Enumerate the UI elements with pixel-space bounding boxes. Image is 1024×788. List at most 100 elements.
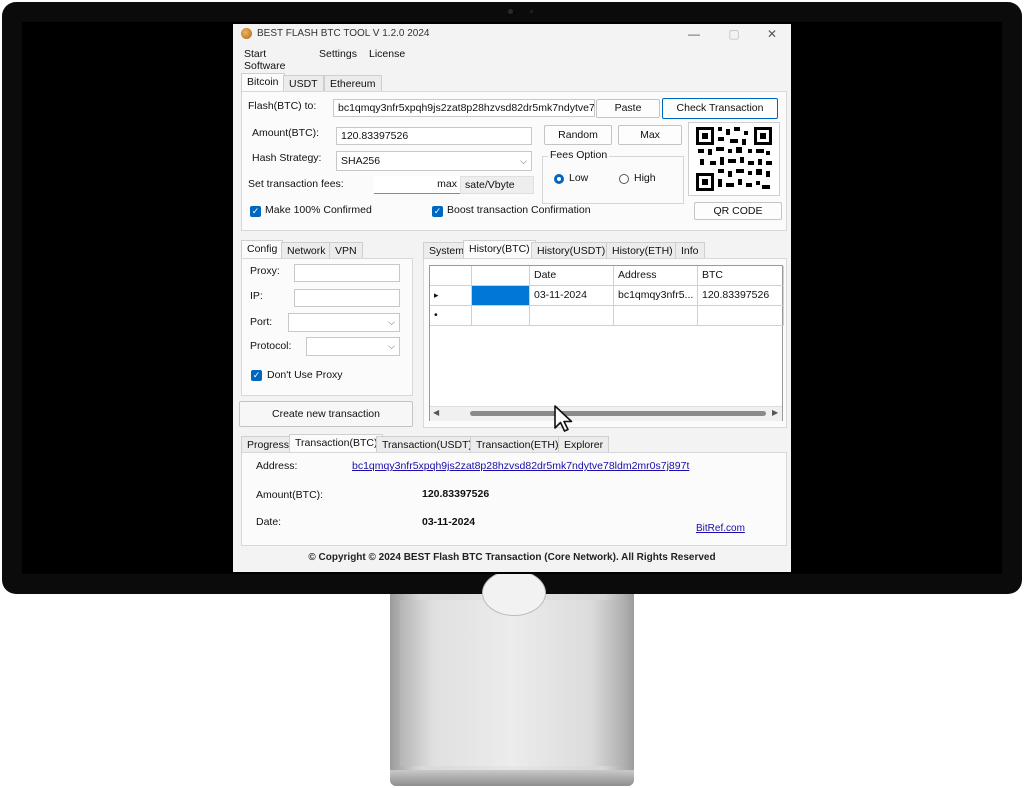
random-button[interactable]: Random — [544, 125, 612, 145]
tab-history-eth[interactable]: History(ETH) — [606, 242, 679, 258]
history-address-cell[interactable]: bc1qmqy3nfr5... — [614, 286, 698, 306]
tab-vpn[interactable]: VPN — [329, 242, 363, 258]
close-button[interactable]: ✕ — [757, 26, 787, 42]
history-panel: Date Address BTC ▸ 03-11-2024 bc1qmqy3nf… — [423, 258, 787, 428]
dont-use-proxy-label: Don't Use Proxy — [267, 369, 343, 381]
column-header-btc[interactable]: BTC — [698, 266, 784, 286]
fee-high-radio[interactable] — [619, 174, 629, 184]
chevron-down-icon: ⌵ — [388, 341, 395, 351]
make-confirmed-label: Make 100% Confirmed — [265, 204, 372, 216]
fee-low-label: Low — [569, 172, 589, 184]
tab-transaction-usdt[interactable]: Transaction(USDT) — [376, 436, 479, 452]
tab-usdt[interactable]: USDT — [283, 75, 324, 91]
column-header-date[interactable]: Date — [530, 266, 614, 286]
scroll-right-icon[interactable]: ▶ — [772, 408, 778, 417]
port-label: Port: — [250, 316, 273, 328]
bitcoin-panel: Flash(BTC) to: bc1qmqy3nfr5xpqh9js2zat8p… — [241, 91, 787, 231]
row-header-corner — [430, 266, 472, 286]
menu-start-software[interactable]: Start Software — [244, 48, 285, 72]
minimize-button[interactable]: — — [679, 26, 709, 42]
tab-config[interactable]: Config — [241, 240, 284, 258]
new-row-cell[interactable] — [472, 306, 530, 326]
tab-history-usdt[interactable]: History(USDT) — [531, 242, 612, 258]
fees-input[interactable]: max — [374, 176, 460, 194]
new-row-cell[interactable] — [698, 306, 784, 326]
hash-strategy-label: Hash Strategy: — [252, 152, 322, 164]
tx-date-value: 03-11-2024 — [422, 516, 476, 528]
tab-transaction-eth[interactable]: Transaction(ETH) — [470, 436, 565, 452]
proxy-input[interactable] — [294, 264, 400, 282]
app-window: BEST FLASH BTC TOOL V 1.2.0 2024 — ▢ ✕ S… — [233, 24, 791, 572]
window-title: BEST FLASH BTC TOOL V 1.2.0 2024 — [257, 28, 430, 39]
make-confirmed-checkbox[interactable]: ✓ — [250, 206, 261, 217]
address-label: Address: — [256, 460, 298, 472]
column-header[interactable] — [472, 266, 530, 286]
column-header-address[interactable]: Address — [614, 266, 698, 286]
horizontal-scrollbar[interactable]: ◀ ▶ — [430, 406, 782, 421]
fee-low-radio[interactable] — [554, 174, 564, 184]
proxy-label: Proxy: — [250, 265, 280, 277]
create-transaction-button[interactable]: Create new transaction — [239, 401, 413, 427]
scrollbar-thumb[interactable] — [470, 411, 766, 416]
check-transaction-button[interactable]: Check Transaction — [662, 98, 778, 119]
tab-info[interactable]: Info — [675, 242, 705, 258]
monitor-stand-cutout — [482, 570, 546, 616]
flash-label: Flash(BTC) to: — [248, 100, 317, 112]
tx-amount-label: Amount(BTC): — [256, 489, 324, 501]
config-panel: Proxy: IP: Port: ⌵ Protocol: ⌵ ✓ Don't U… — [241, 258, 413, 396]
tab-network[interactable]: Network — [281, 242, 332, 258]
protocol-label: Protocol: — [250, 340, 292, 352]
transaction-panel: Address: bc1qmqy3nfr5xpqh9js2zat8p28hzvs… — [241, 452, 787, 546]
new-row-cell[interactable] — [614, 306, 698, 326]
qr-code-button[interactable]: QR CODE — [694, 202, 782, 220]
app-logo-icon — [241, 28, 252, 39]
tx-amount-value: 120.83397526 — [422, 488, 490, 500]
camera-sensor-icon — [530, 10, 533, 13]
fees-option-title: Fees Option — [548, 149, 610, 161]
footer-copyright: © Copyright © 2024 BEST Flash BTC Transa… — [308, 552, 716, 563]
menu-settings[interactable]: Settings — [319, 48, 357, 60]
tab-bitcoin[interactable]: Bitcoin — [241, 73, 285, 91]
fee-high-label: High — [634, 172, 656, 184]
amount-input[interactable]: 120.83397526 — [336, 127, 532, 145]
tab-explorer[interactable]: Explorer — [558, 436, 610, 452]
address-link[interactable]: bc1qmqy3nfr5xpqh9js2zat8p28hzvsd82dr5mk7… — [352, 460, 689, 472]
protocol-select[interactable]: ⌵ — [306, 337, 400, 356]
tx-date-label: Date: — [256, 516, 282, 528]
explorer-link[interactable]: BitRef.com — [696, 523, 745, 534]
amount-label: Amount(BTC): — [252, 127, 320, 139]
monitor-stand-base — [390, 770, 634, 786]
camera-icon — [508, 9, 513, 14]
mouse-cursor-icon — [554, 405, 573, 432]
chevron-down-icon: ⌵ — [388, 317, 395, 327]
boost-confirmation-checkbox[interactable]: ✓ — [432, 206, 443, 217]
port-select[interactable]: ⌵ — [288, 313, 400, 332]
hash-strategy-select[interactable]: SHA256 ⌵ — [336, 151, 532, 171]
tab-ethereum[interactable]: Ethereum — [324, 75, 382, 91]
fees-unit: sate/Vbyte — [460, 176, 534, 194]
flash-address-input[interactable]: bc1qmqy3nfr5xpqh9js2zat8p28hzvsd82dr5mk7… — [333, 99, 595, 117]
title-bar: BEST FLASH BTC TOOL V 1.2.0 2024 — ▢ ✕ — [233, 24, 791, 44]
new-row-cell[interactable] — [530, 306, 614, 326]
paste-button[interactable]: Paste — [596, 99, 660, 118]
history-date-cell[interactable]: 03-11-2024 — [530, 286, 614, 306]
menu-license[interactable]: License — [369, 48, 405, 60]
selected-cell[interactable] — [472, 286, 530, 306]
maximize-button[interactable]: ▢ — [719, 26, 749, 42]
dont-use-proxy-checkbox[interactable]: ✓ — [251, 370, 262, 381]
tab-history-btc[interactable]: History(BTC) — [463, 240, 536, 258]
max-button[interactable]: Max — [618, 125, 682, 145]
scroll-left-icon[interactable]: ◀ — [433, 408, 439, 417]
history-table: Date Address BTC ▸ 03-11-2024 bc1qmqy3nf… — [429, 265, 784, 421]
chevron-down-icon: ⌵ — [520, 156, 527, 166]
monitor-stand-face — [400, 600, 624, 766]
hash-strategy-value: SHA256 — [341, 155, 381, 167]
history-btc-cell[interactable]: 120.83397526 — [698, 286, 784, 306]
ip-input[interactable] — [294, 289, 400, 307]
new-row-marker[interactable]: • — [430, 306, 472, 326]
qr-code-frame — [688, 122, 780, 196]
tab-progress[interactable]: Progress — [241, 436, 296, 452]
tab-transaction-btc[interactable]: Transaction(BTC) — [289, 434, 384, 452]
qr-code-icon — [696, 127, 772, 191]
row-marker[interactable]: ▸ — [430, 286, 472, 306]
